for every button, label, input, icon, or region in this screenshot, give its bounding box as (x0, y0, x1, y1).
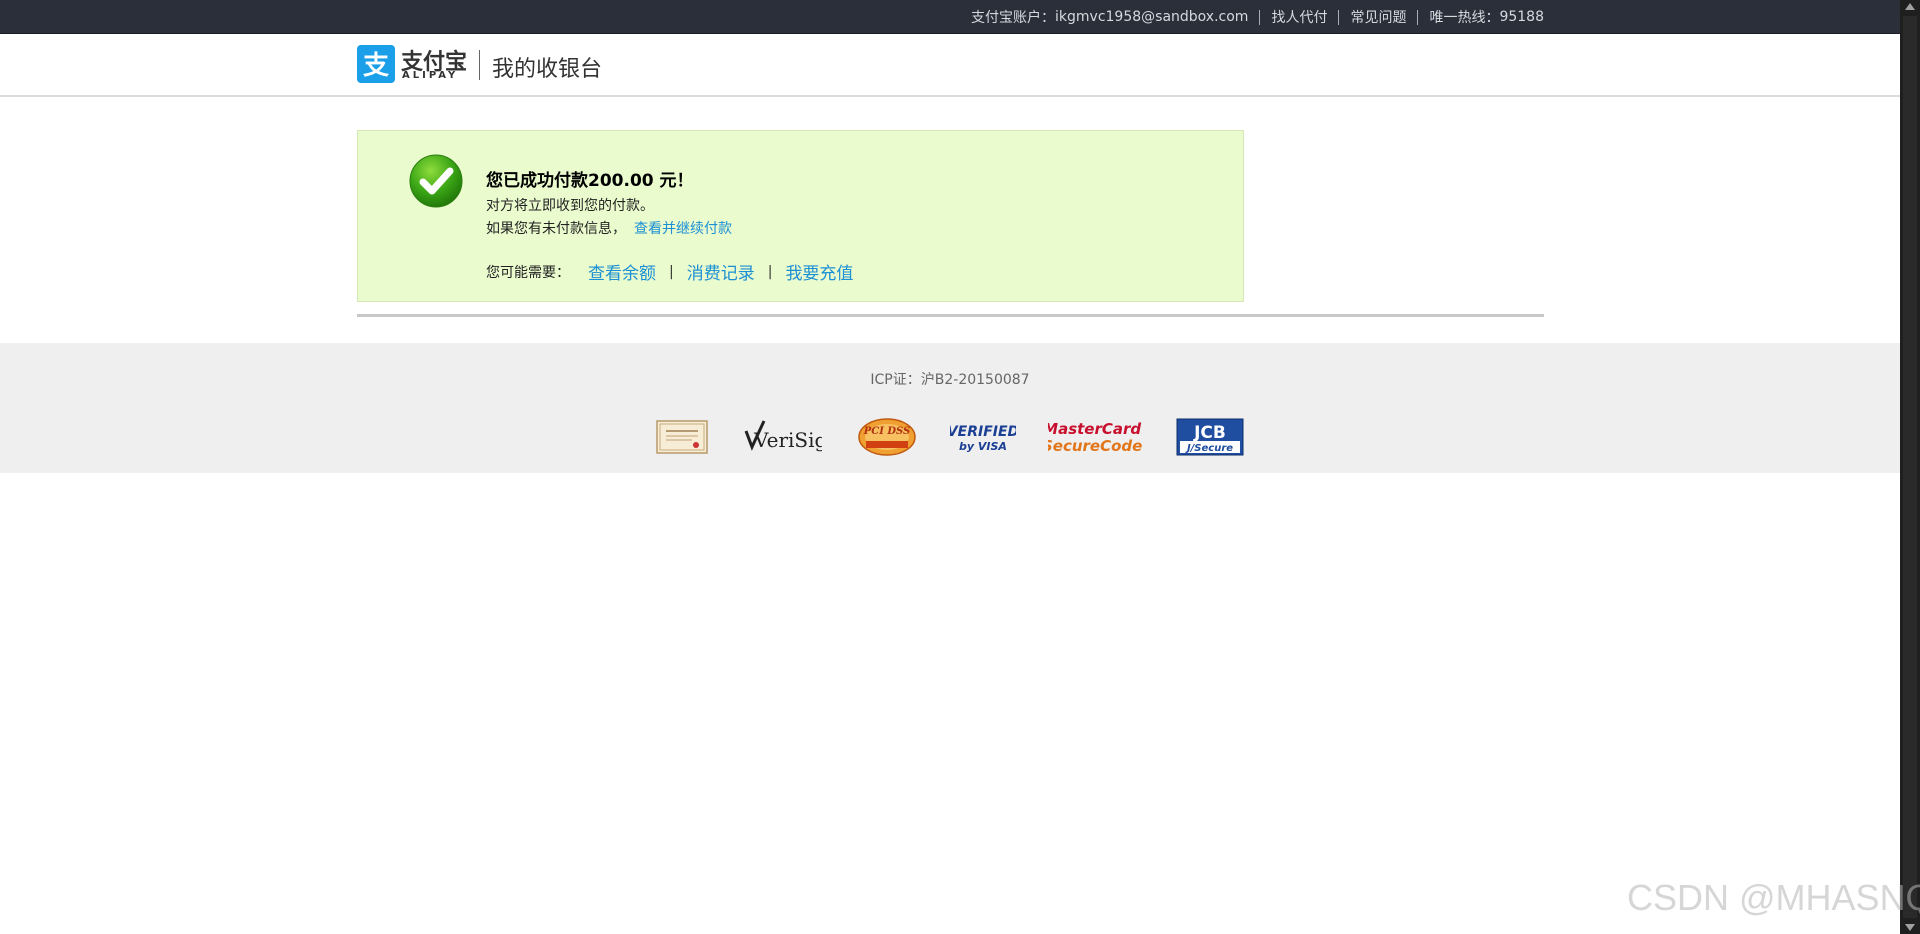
svg-text:支: 支 (363, 51, 389, 81)
verisign-text: VeriSign (753, 428, 822, 452)
vertical-scrollbar[interactable] (1900, 0, 1920, 934)
header: 支 支付宝 ALIPAY 我的收银台 (0, 34, 1900, 97)
page-title: 我的收银台 (492, 57, 603, 82)
find-agent-link[interactable]: 找人代付 (1271, 7, 1327, 27)
divider (1259, 9, 1261, 25)
svg-text:by VISA: by VISA (959, 440, 1007, 453)
view-continue-payment-link[interactable]: 查看并继续付款 (634, 221, 732, 237)
verisign-badge[interactable]: VeriSign (742, 417, 840, 457)
header-divider (479, 50, 480, 80)
view-balance-link[interactable]: 查看余额 (588, 259, 656, 284)
logo-text-en: ALIPAY (402, 70, 459, 81)
svg-text:JCB: JCB (1193, 423, 1226, 443)
jcb-jsecure-badge[interactable]: JCB J/Secure (1176, 417, 1244, 457)
top-up-link[interactable]: 我要充值 (785, 259, 853, 284)
hotline-number: 95188 (1499, 9, 1544, 25)
link-separator: | (767, 263, 773, 280)
check-circle-icon (408, 153, 464, 209)
scroll-up-icon[interactable] (1905, 3, 1915, 10)
top-bar: 支付宝账户： ikgmvc1958@sandbox.com 找人代付 常见问题 … (0, 0, 1900, 34)
verified-by-visa-badge[interactable]: VERIFIED by VISA (947, 417, 1019, 457)
account-label: 支付宝账户： (971, 10, 1056, 26)
link-separator: | (669, 263, 674, 280)
security-badges: VeriSign PCI DSS VERIFIED by VISA Master… (0, 417, 1900, 457)
account-value: ikgmvc1958@sandbox.com (1055, 9, 1249, 25)
faq-link[interactable]: 常见问题 (1350, 7, 1406, 27)
hotline-label: 唯一热线： (1429, 10, 1500, 26)
alipay-logo-icon: 支 (357, 45, 395, 83)
certificate-badge[interactable] (656, 417, 708, 457)
pcl-dss-badge[interactable]: PCI DSS (858, 417, 916, 457)
svg-text:J/Secure: J/Secure (1185, 443, 1233, 454)
svg-text:SecureCode.: SecureCode. (1048, 437, 1142, 455)
top-links: 支付宝账户： ikgmvc1958@sandbox.com 找人代付 常见问题 … (971, 0, 1544, 34)
pci-dss-text: PCI DSS (863, 426, 911, 437)
svg-text:MasterCard.: MasterCard. (1048, 420, 1142, 438)
unpaid-info-text: 如果您有未付款信息， (486, 221, 626, 237)
footer: ICP证：沪B2-20150087 VeriSign (0, 343, 1900, 473)
unpaid-info: 如果您有未付款信息， 查看并继续付款 (486, 218, 732, 238)
suggested-actions-label: 您可能需要： (486, 264, 570, 281)
mastercard-securecode-badge[interactable]: MasterCard. SecureCode. (1042, 417, 1148, 457)
scroll-thumb[interactable] (1903, 16, 1917, 918)
divider (1417, 9, 1419, 25)
success-title: 您已成功付款200.00 元！ (486, 171, 694, 191)
content-divider (357, 314, 1544, 317)
suggested-actions: 您可能需要： 查看余额 | 消费记录 | 我要充值 (486, 259, 853, 285)
divider (1338, 9, 1340, 25)
scroll-down-icon[interactable] (1905, 924, 1915, 931)
svg-text:VERIFIED: VERIFIED (950, 424, 1016, 440)
watermark: CSDN @MHASNQ (1627, 877, 1920, 918)
alipay-logo[interactable]: 支 支付宝 ALIPAY (357, 45, 467, 85)
spending-records-link[interactable]: 消费记录 (687, 259, 755, 284)
payment-success-panel: 您已成功付款200.00 元！ 对方将立即收到您的付款。 如果您有未付款信息， 查… (357, 130, 1244, 302)
icp-license: ICP证：沪B2-20150087 (870, 372, 1030, 388)
success-message: 对方将立即收到您的付款。 (486, 198, 654, 214)
